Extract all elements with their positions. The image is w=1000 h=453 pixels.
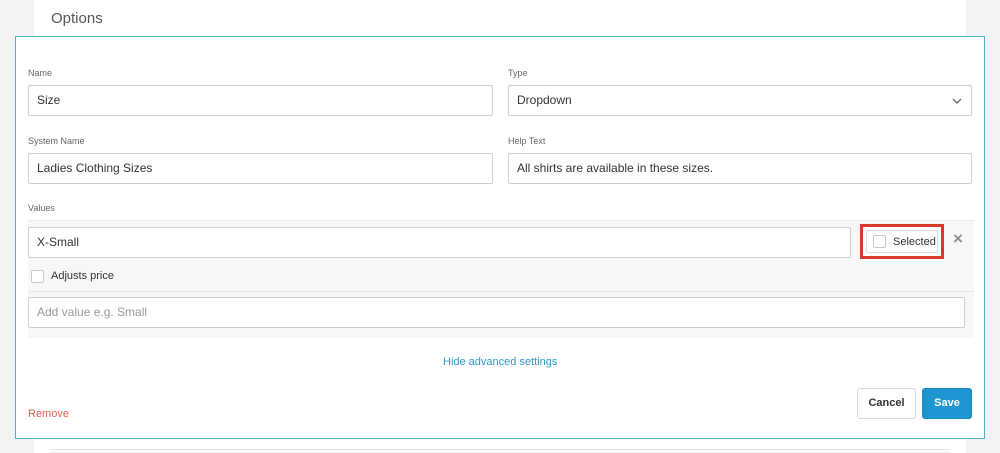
chevron-down-icon <box>952 98 962 104</box>
value-input[interactable]: X-Small <box>28 227 851 258</box>
save-button[interactable]: Save <box>922 388 972 419</box>
selected-checkbox[interactable] <box>873 235 886 248</box>
system-name-input[interactable]: Ladies Clothing Sizes <box>28 153 493 184</box>
selected-toggle[interactable]: Selected <box>866 230 938 253</box>
cancel-button[interactable]: Cancel <box>857 388 916 419</box>
next-card-edge <box>50 449 950 453</box>
section-title: Options <box>51 10 103 27</box>
type-select-value: Dropdown <box>517 93 572 107</box>
adjusts-price-label: Adjusts price <box>51 270 114 282</box>
selected-toggle-highlight[interactable]: Selected <box>860 224 944 259</box>
name-input[interactable]: Size <box>28 85 493 116</box>
type-select[interactable]: Dropdown <box>508 85 972 116</box>
adjusts-price-checkbox[interactable] <box>31 270 44 283</box>
help-text-input[interactable]: All shirts are available in these sizes. <box>508 153 972 184</box>
option-edit-panel: Name Size Type Dropdown System Name Ladi… <box>15 36 985 439</box>
type-label: Type <box>508 68 528 78</box>
hide-advanced-settings-link[interactable]: Hide advanced settings <box>443 356 557 368</box>
values-label: Values <box>28 203 55 213</box>
close-icon[interactable]: × <box>951 230 965 247</box>
help-text-label: Help Text <box>508 136 546 146</box>
remove-link[interactable]: Remove <box>28 408 69 420</box>
divider <box>28 291 974 292</box>
add-value-input[interactable]: Add value e.g. Small <box>28 297 965 328</box>
system-name-label: System Name <box>28 136 85 146</box>
name-label: Name <box>28 68 53 78</box>
selected-label: Selected <box>893 236 936 248</box>
